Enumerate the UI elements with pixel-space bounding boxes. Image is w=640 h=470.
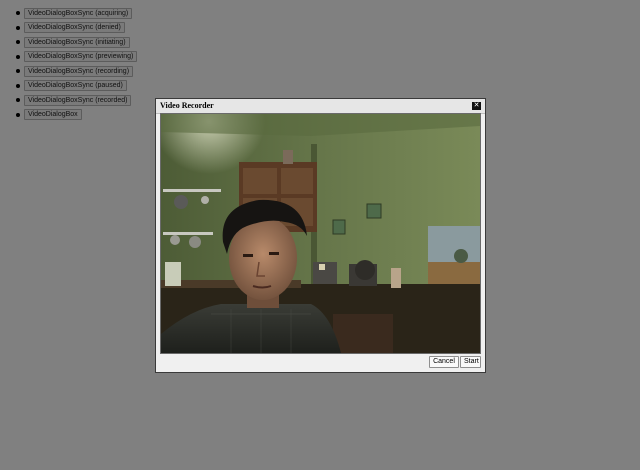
bullet-icon xyxy=(16,25,20,30)
video-dialog-sync-recording-button[interactable]: VideoDialogBoxSync (recording) xyxy=(24,65,134,77)
demo-button-list: VideoDialogBoxSync (acquiring) VideoDial… xyxy=(10,6,138,123)
close-icon[interactable]: ✕ xyxy=(472,102,481,110)
list-item: VideoDialogBoxSync (initiating) xyxy=(10,35,137,50)
webcam-preview-image xyxy=(161,114,480,353)
list-item: VideoDialogBoxSync (recorded) xyxy=(10,93,137,108)
video-dialog-box-button[interactable]: VideoDialogBox xyxy=(24,109,82,121)
video-dialog-sync-initiating-button[interactable]: VideoDialogBoxSync (initiating) xyxy=(24,36,130,48)
bullet-icon xyxy=(16,98,20,103)
list-item: VideoDialogBoxSync (previewing) xyxy=(10,50,138,65)
video-dialog-sync-paused-button[interactable]: VideoDialogBoxSync (paused) xyxy=(24,80,127,92)
dialog-title: Video Recorder xyxy=(160,101,214,110)
cancel-button[interactable]: Cancel xyxy=(429,356,459,368)
dialog-titlebar[interactable]: Video Recorder ✕ xyxy=(156,99,485,114)
bullet-icon xyxy=(16,112,20,117)
list-item: VideoDialogBoxSync (denied) xyxy=(10,21,137,36)
start-button[interactable]: Start xyxy=(460,356,481,368)
list-item: VideoDialogBoxSync (acquiring) xyxy=(10,6,137,21)
video-dialog-sync-denied-button[interactable]: VideoDialogBoxSync (denied) xyxy=(24,22,125,34)
list-item: VideoDialogBoxSync (recording) xyxy=(10,64,137,79)
video-preview xyxy=(160,113,481,354)
video-dialog-sync-recorded-button[interactable]: VideoDialogBoxSync (recorded) xyxy=(24,94,132,106)
bullet-icon xyxy=(16,11,20,16)
video-dialog-sync-previewing-button[interactable]: VideoDialogBoxSync (previewing) xyxy=(24,51,138,63)
list-item: VideoDialogBox xyxy=(10,108,137,123)
bullet-icon xyxy=(16,54,20,59)
list-item: VideoDialogBoxSync (paused) xyxy=(10,79,137,94)
bullet-icon xyxy=(16,69,20,74)
bullet-icon xyxy=(16,40,20,45)
bullet-icon xyxy=(16,83,20,88)
video-dialog-sync-acquiring-button[interactable]: VideoDialogBoxSync (acquiring) xyxy=(24,7,133,19)
video-recorder-dialog: Video Recorder ✕ Cancel Start xyxy=(155,98,486,373)
dialog-footer: Cancel Start xyxy=(156,353,485,372)
